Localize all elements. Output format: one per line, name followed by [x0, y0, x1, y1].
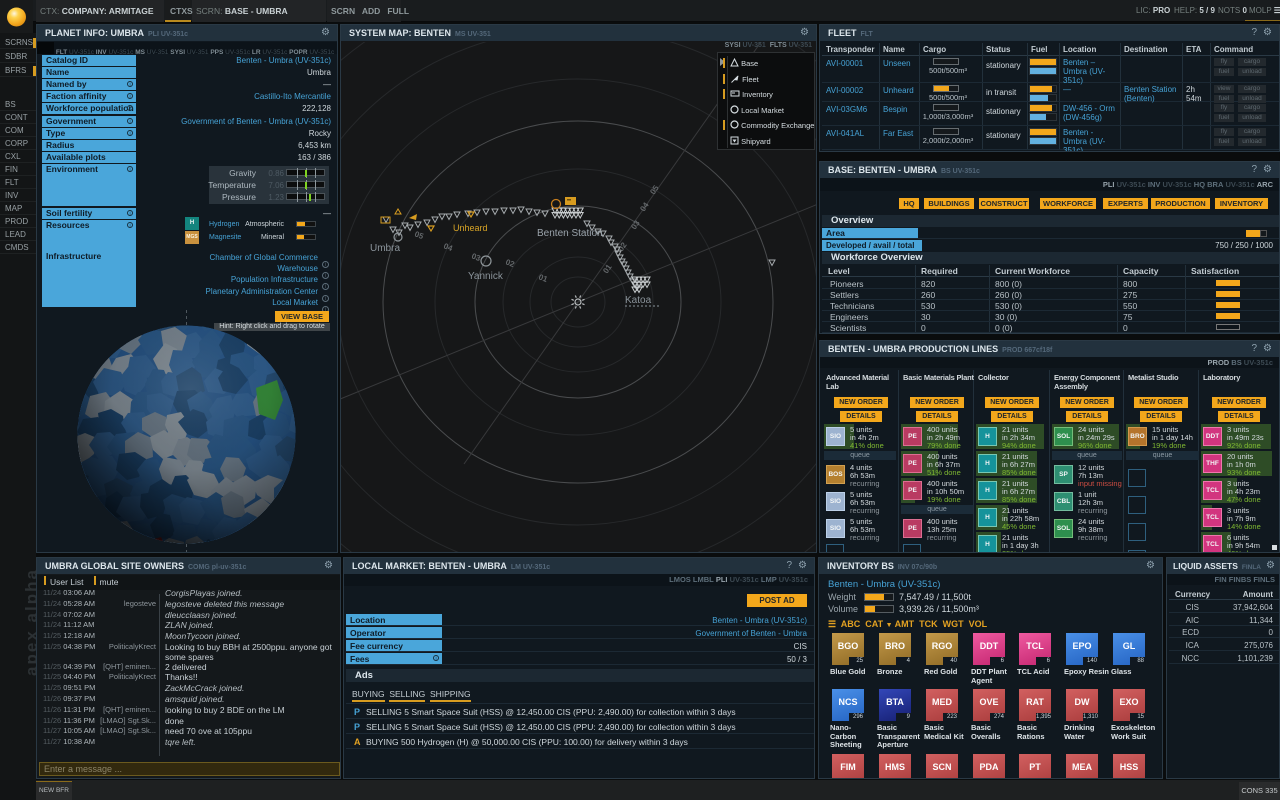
- svg-text:Unheard: Unheard: [453, 223, 488, 233]
- svg-text:Yannick: Yannick: [468, 271, 504, 282]
- svg-text:Benten Station: Benten Station: [537, 228, 603, 239]
- svg-text:05: 05: [413, 229, 425, 241]
- svg-text:02: 02: [504, 257, 516, 269]
- svg-text:Umbra: Umbra: [370, 243, 400, 254]
- svg-text:04: 04: [442, 241, 454, 253]
- svg-text:05: 05: [648, 183, 661, 196]
- svg-text:01: 01: [537, 272, 549, 284]
- svg-text:04: 04: [638, 200, 651, 213]
- svg-text:Katoa: Katoa: [625, 295, 652, 306]
- svg-text:01: 01: [601, 262, 614, 275]
